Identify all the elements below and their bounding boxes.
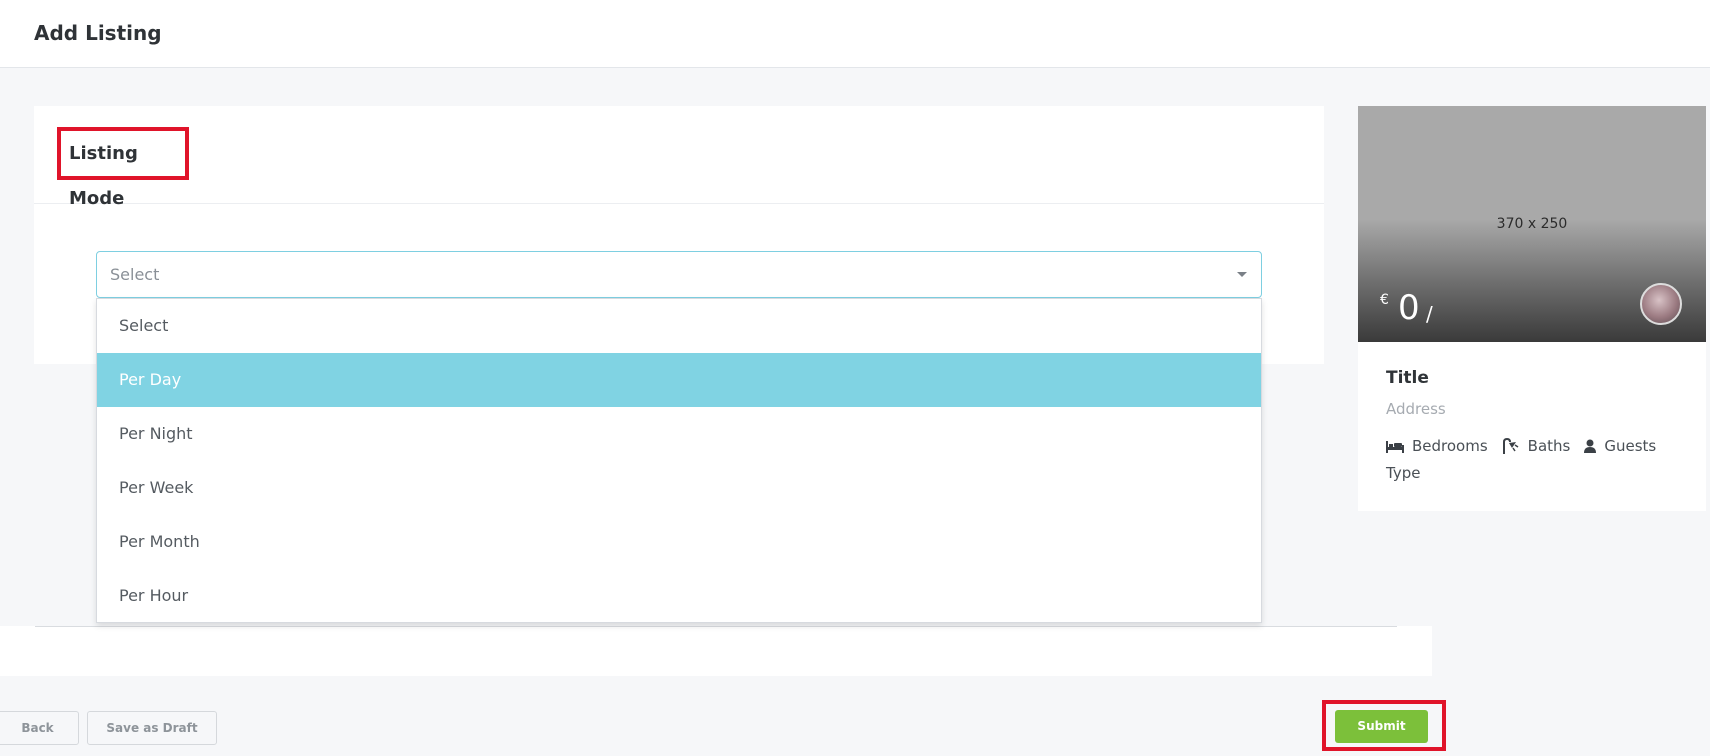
price-per-separator: / <box>1426 302 1433 326</box>
listing-preview-card: 370 x 250 € 0 / Title Address Bedrooms B… <box>1358 106 1706 511</box>
save-draft-button[interactable]: Save as Draft <box>87 711 217 745</box>
back-button[interactable]: Back <box>0 711 79 745</box>
host-avatar <box>1640 283 1682 325</box>
listing-mode-dropdown: Select Per Day Per Night Per Week Per Mo… <box>96 298 1262 623</box>
image-size-label: 370 x 250 <box>1496 216 1568 232</box>
meta-bedrooms: Bedrooms <box>1386 437 1488 455</box>
panel-header: Listing Mode <box>34 106 1324 209</box>
listing-mode-heading: Listing Mode <box>57 127 189 209</box>
option-per-hour[interactable]: Per Hour <box>97 569 1261 623</box>
price-value: 0 <box>1398 288 1420 328</box>
meta-guests: Guests <box>1584 437 1656 455</box>
option-per-day[interactable]: Per Day <box>97 353 1261 407</box>
option-select[interactable]: Select <box>97 299 1261 353</box>
listing-mode-select[interactable]: Select <box>96 251 1262 298</box>
option-per-month[interactable]: Per Month <box>97 515 1261 569</box>
bed-icon <box>1386 441 1404 453</box>
top-bar: Add Listing <box>0 0 1710 68</box>
divider <box>35 626 1397 627</box>
currency-symbol: € <box>1380 292 1389 308</box>
user-icon <box>1584 439 1597 453</box>
preview-image: 370 x 250 € 0 / <box>1358 106 1706 342</box>
caret-down-icon <box>1237 272 1247 277</box>
bedrooms-label: Bedrooms <box>1412 437 1488 455</box>
page-title: Add Listing <box>34 21 162 45</box>
preview-meta: Bedrooms Baths Guests <box>1386 437 1656 455</box>
select-current-value: Select <box>110 265 160 284</box>
shower-icon <box>1502 438 1519 454</box>
preview-type: Type <box>1386 464 1421 482</box>
option-per-week[interactable]: Per Week <box>97 461 1261 515</box>
preview-title: Title <box>1386 368 1429 388</box>
meta-baths: Baths <box>1502 437 1571 455</box>
submit-button[interactable]: Submit <box>1335 710 1428 743</box>
submit-highlight: Submit <box>1322 700 1446 751</box>
preview-address: Address <box>1386 400 1446 418</box>
option-per-night[interactable]: Per Night <box>97 407 1261 461</box>
form-footer-area <box>0 626 1432 676</box>
baths-label: Baths <box>1527 437 1571 455</box>
guests-label: Guests <box>1604 437 1657 455</box>
